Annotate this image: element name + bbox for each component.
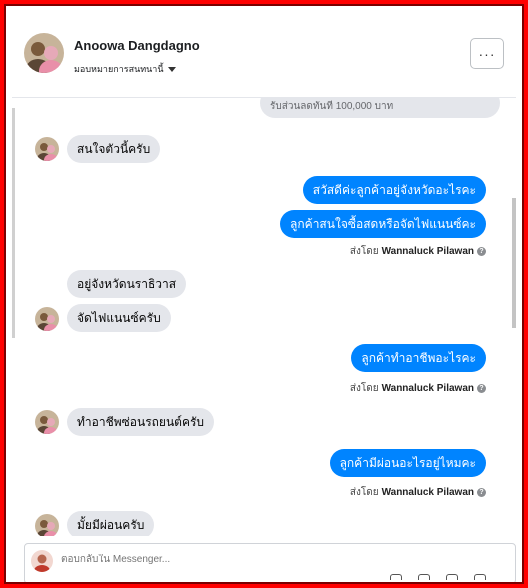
sent-by-name[interactable]: Wannaluck Pilawan — [382, 487, 474, 498]
message-bubble-outgoing: ลูกค้าทำอาชีพอะไรคะ — [351, 344, 486, 372]
more-options-button[interactable]: ··· — [470, 38, 504, 69]
caret-down-icon — [167, 66, 176, 72]
info-icon[interactable]: ? — [477, 384, 486, 393]
message-bubble-outgoing: สวัสดีค่ะลูกค้าอยู่จังหวัดอะไรคะ — [302, 176, 486, 204]
attachment-icon[interactable] — [390, 574, 402, 580]
contact-avatar[interactable] — [24, 33, 64, 73]
emoji-icon[interactable] — [446, 574, 458, 580]
contact-avatar-small — [35, 514, 59, 536]
scroll-thumb[interactable] — [512, 198, 516, 328]
more-icon: ··· — [478, 45, 496, 62]
conversation-header: Anoowa Dangdagno มอบหมายการสนทนานี้ ··· — [12, 12, 516, 98]
assign-conversation-dropdown[interactable]: มอบหมายการสนทนานี้ — [74, 62, 176, 76]
sent-by-label: ส่งโดย Wannaluck Pilawan ? — [350, 485, 486, 500]
info-icon[interactable]: ? — [477, 247, 486, 256]
sent-by-label: ส่งโดย Wannaluck Pilawan ? — [350, 381, 486, 396]
sent-by-name[interactable]: Wannaluck Pilawan — [382, 383, 474, 394]
contact-name[interactable]: Anoowa Dangdagno — [74, 38, 200, 53]
sent-by-label: ส่งโดย Wannaluck Pilawan ? — [350, 244, 486, 259]
composer-toolbar-icons — [390, 574, 486, 580]
message-bubble-outgoing: ลูกค้ามีผ่อนอะไรอยู่ไหมคะ — [329, 449, 486, 477]
message-bubble-truncated: รับส่วนลดทันที 100,000 บาท — [260, 98, 500, 118]
assign-conversation-label: มอบหมายการสนทนานี้ — [74, 64, 164, 74]
message-bubble-outgoing: ลูกค้าสนใจซื้อสดหรือจัดไฟแนนซ์คะ — [280, 210, 486, 238]
message-bubble-incoming: ทำอาชีพซ่อนรถยนต์ครับ — [67, 408, 215, 436]
sent-by-prefix: ส่งโดย — [349, 246, 379, 257]
conversation-panel: Anoowa Dangdagno มอบหมายการสนทนานี้ ··· … — [12, 12, 516, 582]
info-icon[interactable]: ? — [477, 488, 486, 497]
app-frame: Anoowa Dangdagno มอบหมายการสนทนานี้ ··· … — [4, 4, 524, 584]
sent-by-prefix: ส่งโดย — [349, 487, 379, 498]
contact-avatar-small — [35, 137, 59, 161]
gif-icon[interactable] — [474, 574, 486, 580]
contact-avatar-small — [35, 410, 59, 434]
thread-scrollbar[interactable] — [510, 98, 516, 568]
image-icon[interactable] — [418, 574, 430, 580]
message-bubble-incoming: อยู่จังหวัดนราธิวาส — [67, 270, 187, 298]
message-bubble-incoming: สนใจตัวนี้ครับ — [67, 135, 161, 163]
message-thread: รับส่วนลดทันที 100,000 บาท สนใจตัวนี้ครั… — [12, 98, 516, 536]
message-bubble-incoming: จัดไฟแนนซ์ครับ — [67, 304, 171, 332]
composer-avatar — [31, 550, 53, 572]
sent-by-prefix: ส่งโดย — [349, 383, 379, 394]
contact-avatar-small — [35, 307, 59, 331]
message-bubble-incoming: มั้ยมีผ่อนครับ — [67, 511, 155, 536]
reply-input[interactable] — [61, 554, 361, 565]
sent-by-name[interactable]: Wannaluck Pilawan — [382, 246, 474, 257]
